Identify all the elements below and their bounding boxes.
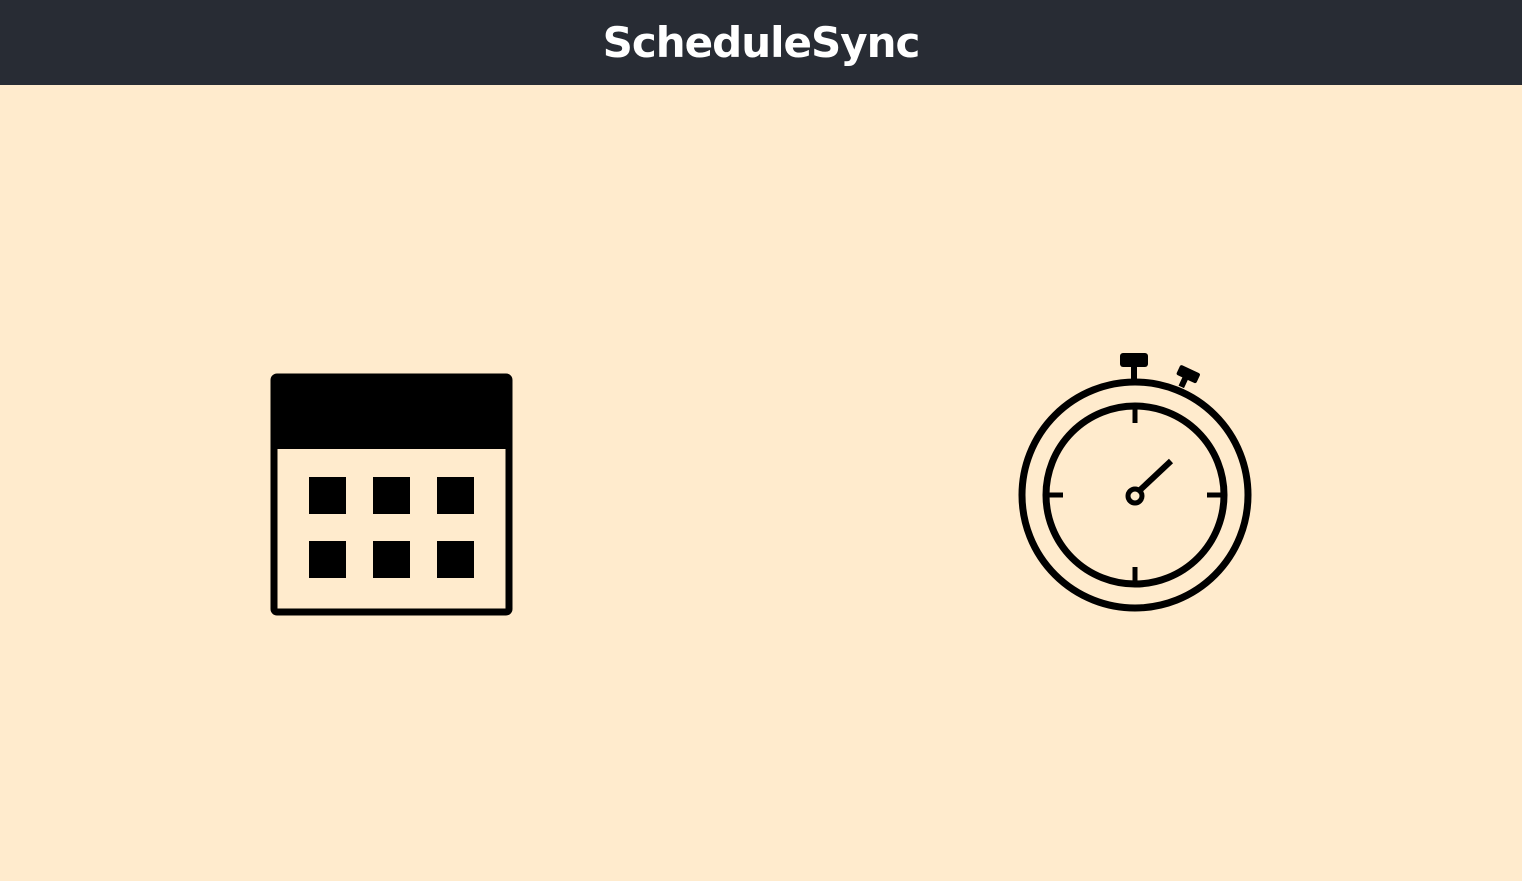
stopwatch-icon (1018, 353, 1252, 612)
calendar-icon (270, 373, 513, 616)
app-title: ScheduleSync (602, 18, 921, 67)
calendar-button[interactable] (270, 373, 513, 616)
main-content (0, 85, 1522, 881)
app-header: ScheduleSync (0, 0, 1522, 85)
stopwatch-button[interactable] (1017, 351, 1255, 615)
